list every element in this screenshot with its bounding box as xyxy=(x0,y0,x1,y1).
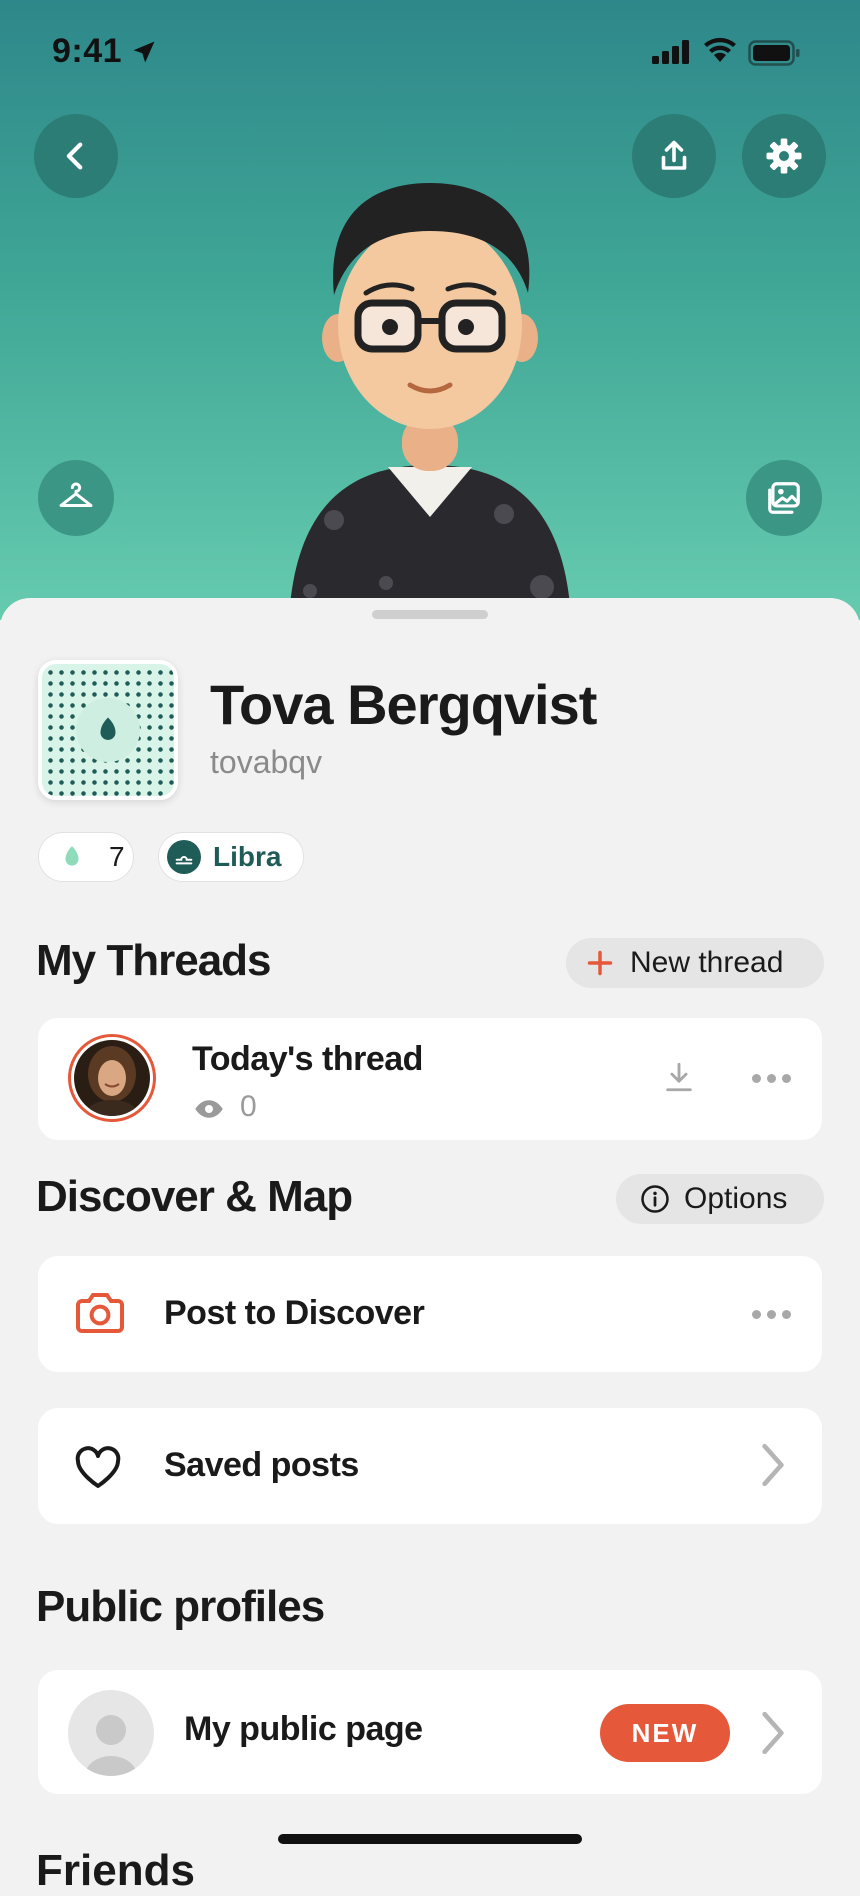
leaf-icon xyxy=(100,717,116,740)
gear-icon xyxy=(766,138,802,174)
camera-icon xyxy=(76,1293,124,1333)
discover-section-title: Discover & Map xyxy=(36,1172,353,1221)
post-to-discover-label: Post to Discover xyxy=(164,1294,425,1332)
sheet-grabber[interactable] xyxy=(372,610,488,619)
download-icon[interactable] xyxy=(662,1060,696,1094)
settings-button[interactable] xyxy=(742,114,826,198)
friends-section-title: Friends xyxy=(36,1846,195,1895)
hanger-icon xyxy=(59,482,93,507)
wardrobe-button[interactable] xyxy=(38,460,114,536)
chevron-right-icon xyxy=(762,1443,784,1487)
thread-views: 0 xyxy=(240,1090,257,1123)
wifi-icon xyxy=(704,37,736,62)
plus-icon xyxy=(587,950,613,976)
avatar-hero: 9:41 xyxy=(0,0,860,620)
threads-section-title: My Threads xyxy=(36,936,272,985)
new-thread-button[interactable]: New thread xyxy=(566,938,824,988)
options-button[interactable]: Options xyxy=(616,1174,824,1224)
chevron-right-icon xyxy=(762,1711,784,1755)
public-page-row[interactable]: My public page NEW xyxy=(38,1670,822,1794)
info-icon xyxy=(641,1185,669,1213)
leaf-count: 7 xyxy=(109,841,125,872)
saved-posts-row[interactable]: Saved posts xyxy=(38,1408,822,1524)
qr-code[interactable] xyxy=(38,660,178,800)
share-icon xyxy=(661,140,687,170)
heart-icon xyxy=(75,1446,121,1488)
new-badge: NEW xyxy=(600,1704,730,1762)
status-bar: 9:41 xyxy=(0,0,860,110)
saved-posts-label: Saved posts xyxy=(164,1446,359,1484)
share-button[interactable] xyxy=(632,114,716,198)
profile-handle: tovabqv xyxy=(210,744,323,780)
libra-icon xyxy=(167,840,201,874)
home-indicator xyxy=(278,1834,582,1844)
cellular-signal-icon xyxy=(652,40,689,64)
thread-card[interactable]: Today's thread 0 xyxy=(38,1018,822,1140)
status-time: 9:41 xyxy=(52,32,123,70)
public-page-label: My public page xyxy=(184,1710,423,1748)
chevron-left-icon xyxy=(66,142,83,170)
thread-title: Today's thread xyxy=(192,1040,423,1078)
leaf-icon xyxy=(65,846,79,866)
back-button[interactable] xyxy=(34,114,118,198)
public-profiles-section-title: Public profiles xyxy=(36,1582,325,1631)
profile-sheet: Tova Bergqvist tovabqv 7 Libra My Thread… xyxy=(0,598,860,1864)
post-to-discover-row[interactable]: Post to Discover xyxy=(38,1256,822,1372)
avatar-figure xyxy=(290,183,570,605)
zodiac-label: Libra xyxy=(213,841,282,872)
new-thread-label: New thread xyxy=(630,946,784,979)
profile-name: Tova Bergqvist xyxy=(210,673,597,736)
leaf-count-badge[interactable]: 7 xyxy=(38,832,134,882)
photo-icon xyxy=(768,482,800,514)
location-arrow-icon xyxy=(133,41,155,63)
thread-photo xyxy=(74,1040,150,1116)
qr-logo xyxy=(76,698,140,762)
thread-avatar xyxy=(68,1034,156,1122)
eye-icon xyxy=(195,1100,223,1118)
thread-more-icon[interactable] xyxy=(752,1074,791,1083)
zodiac-badge[interactable]: Libra xyxy=(158,832,304,882)
options-label: Options xyxy=(684,1182,788,1215)
battery-icon xyxy=(748,40,800,66)
public-avatar-placeholder xyxy=(68,1690,154,1776)
background-image-button[interactable] xyxy=(746,460,822,536)
discover-more-icon[interactable] xyxy=(752,1310,791,1319)
